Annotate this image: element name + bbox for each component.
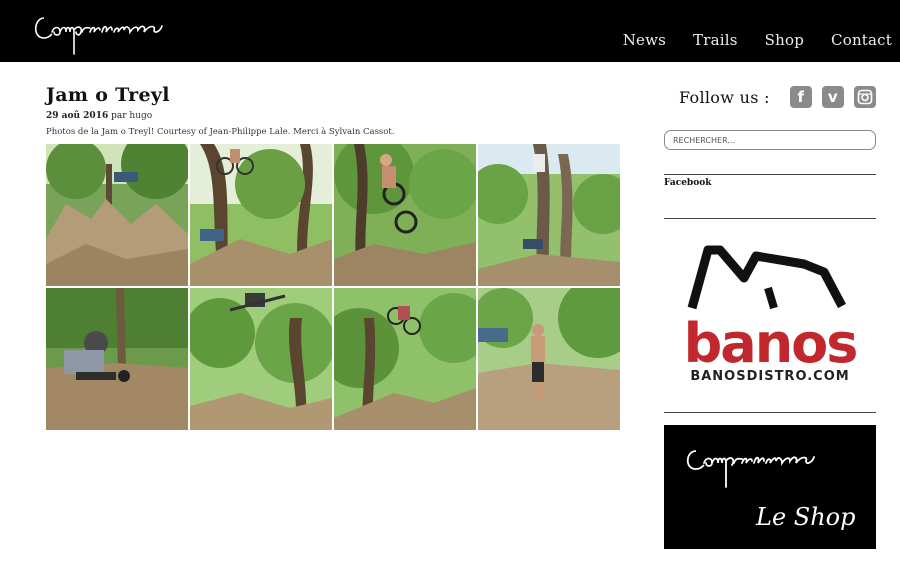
post-author[interactable]: hugo — [129, 111, 152, 121]
shop-banner[interactable]: Le Shop — [664, 425, 876, 549]
divider — [664, 412, 876, 413]
gallery-photo[interactable] — [190, 288, 332, 430]
search-input[interactable] — [664, 130, 876, 150]
gallery-photo[interactable] — [46, 288, 188, 430]
compression-logo[interactable] — [30, 4, 170, 60]
instagram-icon[interactable] — [853, 86, 876, 108]
post-meta: 29 aoû 2016 par hugo — [46, 111, 620, 121]
banos-word: banos — [684, 312, 857, 375]
photo-gallery — [46, 144, 620, 430]
follow-us: Follow us : f v — [679, 86, 876, 108]
post-excerpt: Photos de la Jam o Treyl! Courtesy of Je… — [46, 127, 395, 137]
banos-site: BANOSDISTRO.COM — [690, 369, 849, 384]
post-date: 29 aoû 2016 — [46, 111, 109, 121]
gallery-photo[interactable] — [334, 288, 476, 430]
gallery-photo[interactable] — [190, 144, 332, 286]
post-by: par — [111, 111, 127, 121]
nav-contact[interactable]: Contact — [831, 31, 892, 49]
banos-banner[interactable]: banos BANOSDISTRO.COM — [664, 228, 876, 388]
post-article: Jam o Treyl 29 aoû 2016 par hugo Photos … — [46, 84, 620, 137]
divider — [664, 174, 876, 175]
nav-trails[interactable]: Trails — [693, 31, 738, 49]
gallery-photo[interactable] — [46, 144, 188, 286]
divider — [664, 218, 876, 219]
nav-shop[interactable]: Shop — [765, 31, 804, 49]
vimeo-icon[interactable]: v — [821, 86, 844, 108]
gallery-photo[interactable] — [478, 144, 620, 286]
follow-label: Follow us : — [679, 87, 770, 107]
shop-caption: Le Shop — [755, 503, 855, 531]
gallery-photo[interactable] — [334, 144, 476, 286]
site-header: News Trails Shop Contact — [0, 0, 900, 62]
gallery-photo[interactable] — [478, 288, 620, 430]
main-nav: News Trails Shop Contact — [596, 31, 892, 49]
post-title[interactable]: Jam o Treyl — [46, 84, 620, 106]
facebook-icon[interactable]: f — [789, 86, 812, 108]
facebook-widget-title: Facebook — [664, 178, 712, 188]
nav-news[interactable]: News — [623, 31, 666, 49]
